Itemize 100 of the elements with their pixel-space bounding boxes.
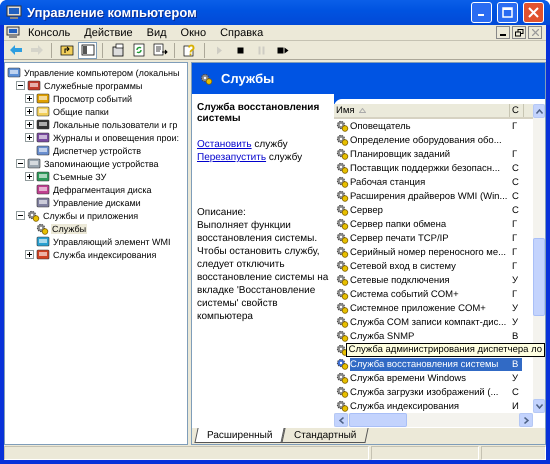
tree-item[interactable]: Локальные пользователи и гр <box>52 120 178 130</box>
panel-icon <box>80 42 96 58</box>
minus-icon <box>17 82 24 89</box>
minus-icon <box>17 212 24 219</box>
expand-toggle[interactable] <box>16 211 25 220</box>
minimize-button[interactable] <box>496 26 510 39</box>
table-cell: В <box>510 358 522 370</box>
view-tab[interactable]: Расширенный <box>194 428 286 443</box>
expand-toggle[interactable] <box>16 81 25 90</box>
plus-icon <box>26 121 33 128</box>
service-name[interactable]: Служба индексирования <box>350 400 510 412</box>
view-tab[interactable]: Стандартный <box>282 428 370 443</box>
expand-toggle[interactable] <box>25 133 34 142</box>
service-name[interactable]: Сервер <box>350 204 510 216</box>
service-name[interactable]: Сервер печати TCP/IP <box>350 232 510 244</box>
table-cell-text: И <box>511 400 520 412</box>
expand-toggle[interactable] <box>25 94 34 103</box>
close-icon <box>528 7 539 18</box>
horizontal-scrollbar[interactable] <box>334 413 533 427</box>
service-name[interactable]: Оповещатель <box>350 120 510 132</box>
description-label: Описание: <box>197 206 247 219</box>
stop-icon <box>237 46 244 54</box>
refresh-icon <box>130 42 146 58</box>
tree-item[interactable]: Съемные ЗУ <box>52 172 108 182</box>
table-cell-text: С <box>511 204 520 216</box>
action-link[interactable]: Остановить <box>197 139 252 150</box>
table-cell-text: С <box>511 176 520 188</box>
gear-icon <box>27 210 40 222</box>
service-name[interactable]: Сервер папки обмена <box>350 218 510 230</box>
service-name[interactable]: Системное приложение COM+ <box>350 302 510 314</box>
table-cell-text: Г <box>511 120 518 132</box>
tree-item[interactable]: Служебные программы <box>43 80 144 90</box>
restart-icon <box>276 46 288 54</box>
properties-icon <box>110 42 126 58</box>
service-name[interactable]: Серийный номер переносного ме... <box>350 246 510 258</box>
service-name[interactable]: Система событий COM+ <box>350 288 510 300</box>
tree-item[interactable]: Управление дисками <box>52 198 142 208</box>
service-name[interactable]: Служба загрузки изображений (... <box>350 386 510 398</box>
service-name[interactable]: Расширения драйверов WMI (Win... <box>350 190 510 202</box>
action-text: Перезапустить службу <box>197 151 304 164</box>
service-name[interactable]: Определение оборудования обо... <box>350 134 510 146</box>
table-cell-text: Г <box>511 246 518 258</box>
table-cell-text: Г <box>511 232 518 244</box>
tree-item[interactable]: Службы и приложения <box>42 210 140 220</box>
table-cell-text: С <box>511 162 520 174</box>
tooltip: Служба администрирования диспетчера ло <box>346 343 545 357</box>
window-title: Управление компьютером <box>27 5 198 20</box>
expand-toggle[interactable] <box>25 172 34 181</box>
tree-item[interactable]: Службы <box>51 224 88 234</box>
action-link[interactable]: Перезапустить <box>197 152 266 163</box>
expand-toggle[interactable] <box>16 159 25 168</box>
expand-toggle[interactable] <box>25 107 34 116</box>
export-list-icon <box>152 42 168 58</box>
tree-item[interactable]: Дефрагментация диска <box>52 184 152 194</box>
menu-item[interactable]: Окно <box>174 26 214 38</box>
pause-icon <box>258 46 265 54</box>
table-cell-text: Г <box>511 288 518 300</box>
table-cell-text: В <box>511 330 520 342</box>
tree-item[interactable]: Управляющий элемент WMI <box>52 236 172 246</box>
plus-icon <box>26 251 33 258</box>
tree-item[interactable]: Журналы и оповещения прои: <box>52 132 180 142</box>
table-cell-text: С <box>511 386 520 398</box>
vertical-scrollbar[interactable] <box>533 104 545 413</box>
service-name[interactable]: Поставщик поддержки безопасн... <box>350 162 510 174</box>
service-name[interactable]: Планировщик заданий <box>350 148 510 160</box>
pane-title: Службы <box>221 71 274 86</box>
tree-item[interactable]: Просмотр событий <box>52 94 134 104</box>
menu-item[interactable]: Действие <box>77 26 140 38</box>
maximize-button[interactable] <box>497 2 518 23</box>
menu-item[interactable]: Вид <box>140 26 174 38</box>
tree-item[interactable]: Общие папки <box>52 106 110 116</box>
service-title: Служба восстановления системы <box>197 102 320 124</box>
tree-item[interactable]: Диспетчер устройств <box>52 146 142 156</box>
column-header[interactable]: Имя <box>334 104 510 117</box>
tree-item[interactable]: Служба индексирования <box>52 250 158 260</box>
description-text: Выполняет функции восстановления системы. Чтобы остановить службу, следует отключить восстановление системы на вкладке 'Восстановление системы' свойств компьютера <box>197 219 330 323</box>
plus-icon <box>26 134 33 141</box>
table-cell-text: Г <box>511 218 518 230</box>
expand-toggle[interactable] <box>25 250 34 259</box>
menu-item[interactable]: Консоль <box>21 26 78 38</box>
table-cell-text: У <box>511 316 520 328</box>
service-name[interactable]: Сетевые подключения <box>350 274 510 286</box>
column-header[interactable]: С <box>510 104 524 117</box>
service-name[interactable]: Служба COM записи компакт-дис... <box>350 316 510 328</box>
maximize-icon <box>502 7 513 18</box>
forward-arrow-icon <box>28 42 44 58</box>
service-name[interactable]: Служба SNMP <box>350 330 510 342</box>
service-name[interactable]: Сетевой вход в систему <box>350 260 510 272</box>
expand-toggle[interactable] <box>25 120 34 129</box>
service-name[interactable]: Служба времени Windows <box>350 372 510 384</box>
service-name[interactable]: Служба восстановления системы <box>350 358 510 370</box>
service-name[interactable]: Рабочая станция <box>350 176 510 188</box>
minus-icon <box>17 160 24 167</box>
table-cell-text: У <box>511 302 520 314</box>
tree-item[interactable]: Запоминающие устройства <box>43 158 160 168</box>
menu-item[interactable]: Справка <box>213 26 270 38</box>
restore-button[interactable] <box>512 26 526 39</box>
toolbar-button[interactable] <box>78 42 97 58</box>
sort-arrow-icon <box>358 108 366 113</box>
tree-item[interactable]: Управление компьютером (локальны <box>23 68 180 78</box>
